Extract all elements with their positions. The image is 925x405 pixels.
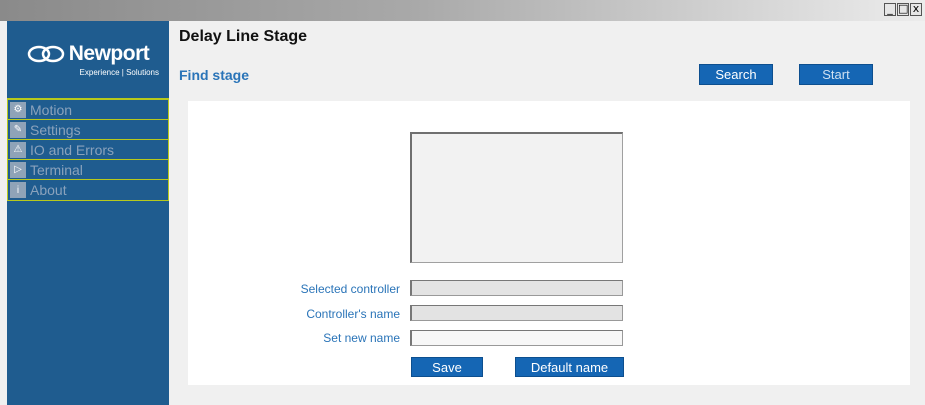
sidebar-item-settings[interactable]: ✎ Settings	[8, 120, 168, 140]
selected-controller-field	[410, 280, 623, 296]
warning-icon: ⚠	[10, 141, 26, 158]
title-bar: _ □ x	[0, 0, 925, 21]
section-title: Find stage	[179, 67, 250, 83]
sidebar-item-label: IO and Errors	[30, 141, 115, 158]
save-button[interactable]: Save	[411, 357, 483, 377]
terminal-icon: ▷	[10, 161, 26, 178]
maximize-button[interactable]: □	[897, 3, 909, 16]
page-title: Delay Line Stage	[179, 28, 308, 45]
sidebar-item-io-errors[interactable]: ⚠ IO and Errors	[8, 140, 168, 160]
minimize-button[interactable]: _	[884, 3, 896, 16]
selected-controller-label: Selected controller	[300, 282, 400, 296]
sidebar-item-about[interactable]: i About	[8, 180, 168, 200]
new-name-input[interactable]	[410, 330, 623, 346]
wrench-icon: ✎	[10, 121, 26, 138]
new-name-label: Set new name	[323, 331, 400, 345]
sidebar-item-motion[interactable]: ⚙ Motion	[8, 100, 168, 120]
sidebar: Newport Experience | Solutions ⚙ Motion …	[7, 21, 169, 405]
brand-name: Newport	[68, 42, 150, 65]
sidebar-nav: ⚙ Motion ✎ Settings ⚠ IO and Errors ▷ Te…	[7, 98, 169, 201]
start-button[interactable]: Start	[799, 64, 873, 85]
newport-logo: Newport Experience | Solutions	[7, 42, 169, 77]
close-button[interactable]: x	[910, 3, 922, 16]
sidebar-item-label: Settings	[30, 121, 81, 138]
gear-icon: ⚙	[10, 101, 26, 118]
newport-logo-icon	[27, 45, 64, 63]
window-controls: _ □ x	[884, 3, 922, 16]
default-name-button[interactable]: Default name	[515, 357, 624, 377]
controller-name-label: Controller's name	[306, 307, 400, 321]
search-button[interactable]: Search	[699, 64, 773, 85]
sidebar-item-label: Terminal	[30, 161, 83, 178]
info-icon: i	[10, 182, 26, 198]
sidebar-item-label: Motion	[30, 101, 73, 118]
sidebar-item-terminal[interactable]: ▷ Terminal	[8, 160, 168, 180]
brand-tagline: Experience | Solutions	[79, 68, 159, 77]
controller-list[interactable]	[410, 132, 623, 263]
controller-name-field	[410, 305, 623, 321]
sidebar-item-label: About	[30, 182, 67, 198]
